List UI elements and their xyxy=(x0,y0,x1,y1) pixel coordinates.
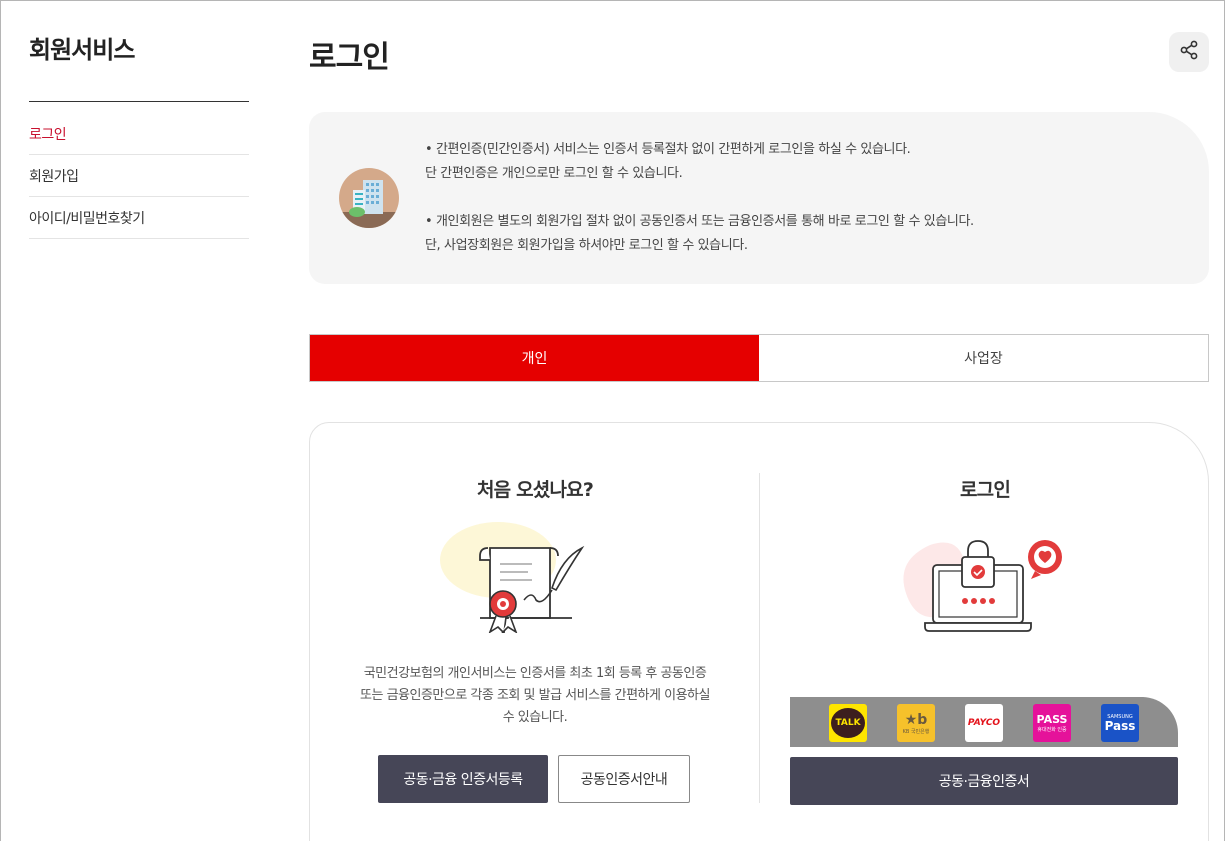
certificate-illustration-icon xyxy=(440,518,590,637)
login-card: 처음 오셨나요? 국민건강보험의 개인서비스는 인증서를 최초 1회 등록 후 … xyxy=(309,422,1209,841)
kb-sublabel: KB 국민은행 xyxy=(902,728,930,735)
kb-login-button[interactable]: ★b KB 국민은행 xyxy=(897,704,935,742)
notice-line: 단 간편인증은 개인으로만 로그인 할 수 있습니다. xyxy=(425,166,683,181)
sidebar-item-login[interactable]: 로그인 xyxy=(29,113,249,155)
kakao-talk-login-button[interactable]: TALK xyxy=(829,704,867,742)
column-divider xyxy=(759,473,760,803)
certificate-login-button[interactable]: 공동·금융인증서 xyxy=(790,757,1178,805)
description-line: 또는 금융인증만으로 각종 조회 및 발급 서비스를 간편하게 이용하실 xyxy=(360,688,710,703)
pass-icon: PASS xyxy=(1036,713,1068,726)
building-icon xyxy=(339,168,399,228)
notice-line: 단, 사업장회원은 회원가입을 하셔야만 로그인 할 수 있습니다. xyxy=(425,238,748,253)
description-line: 국민건강보험의 개인서비스는 인증서를 최초 1회 등록 후 공동인증 xyxy=(363,666,707,681)
first-visit-title: 처음 오셨나요? xyxy=(476,479,594,501)
secure-laptop-illustration-icon xyxy=(895,535,1075,639)
sidebar-menu: 로그인 회원가입 아이디/비밀번호찾기 xyxy=(29,113,249,239)
sidebar-item-find-account[interactable]: 아이디/비밀번호찾기 xyxy=(29,197,249,239)
page-title: 로그인 xyxy=(309,40,390,75)
login-title: 로그인 xyxy=(959,479,1011,501)
sidebar-title: 회원서비스 xyxy=(29,36,135,64)
first-visit-description: 국민건강보험의 개인서비스는 인증서를 최초 1회 등록 후 공동인증 또는 금… xyxy=(340,663,730,729)
notice-box: • 간편인증(민간인증서) 서비스는 인증서 등록절차 없이 간편하게 로그인을… xyxy=(309,112,1209,284)
kakao-talk-icon: TALK xyxy=(831,708,865,738)
notice-line: • 간편인증(민간인증서) 서비스는 인증서 등록절차 없이 간편하게 로그인을… xyxy=(425,142,911,157)
register-certificate-button[interactable]: 공동·금융 인증서등록 xyxy=(378,755,548,803)
certificate-guide-button[interactable]: 공동인증서안내 xyxy=(558,755,690,803)
description-line: 수 있습니다. xyxy=(502,710,568,725)
samsung-pass-login-button[interactable]: SAMSUNG Pass xyxy=(1101,704,1139,742)
notice-text: • 간편인증(민간인증서) 서비스는 인증서 등록절차 없이 간편하게 로그인을… xyxy=(425,138,974,258)
payco-login-button[interactable]: PAYCO xyxy=(965,704,1003,742)
share-icon xyxy=(1179,40,1199,64)
simple-auth-provider-bar: TALK ★b KB 국민은행 PAYCO PASS 휴대전화 인증 SAMSU… xyxy=(790,697,1178,747)
samsung-pass-icon: Pass xyxy=(1104,718,1136,733)
member-type-tabs: 개인 사업장 xyxy=(309,334,1209,382)
tab-business[interactable]: 사업장 xyxy=(759,335,1208,381)
sidebar-item-signup[interactable]: 회원가입 xyxy=(29,155,249,197)
kb-icon: ★b xyxy=(904,711,928,728)
payco-icon: PAYCO xyxy=(967,718,1001,728)
share-button[interactable] xyxy=(1169,32,1209,72)
pass-sublabel: 휴대전화 인증 xyxy=(1037,727,1067,733)
pass-login-button[interactable]: PASS 휴대전화 인증 xyxy=(1033,704,1071,742)
sidebar-divider xyxy=(29,101,249,102)
tab-personal[interactable]: 개인 xyxy=(310,335,759,381)
notice-line: • 개인회원은 별도의 회원가입 절차 없이 공동인증서 또는 금융인증서를 통… xyxy=(425,214,974,229)
